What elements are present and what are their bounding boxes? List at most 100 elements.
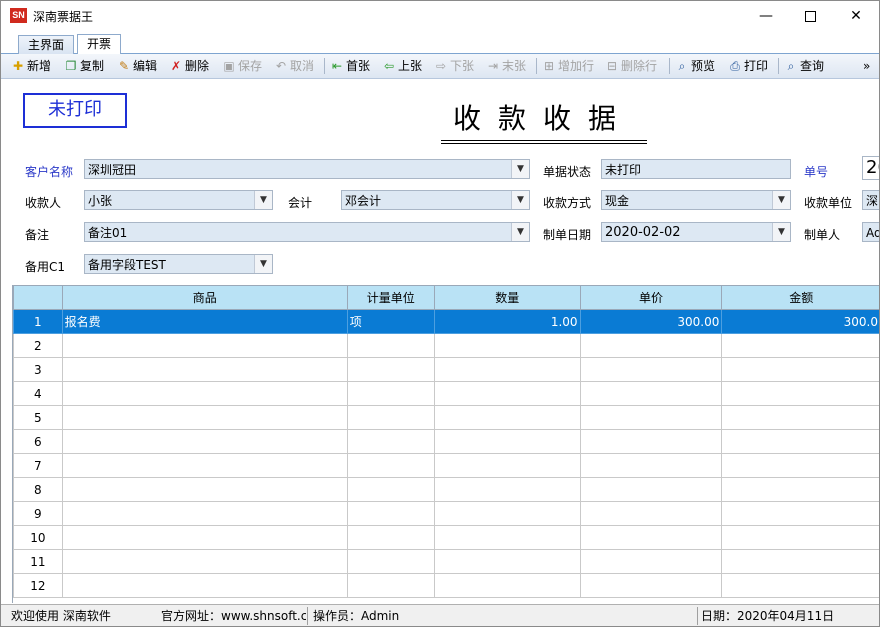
quantity-cell[interactable] — [433, 405, 581, 430]
copy-button[interactable]: ❐ 复制 — [64, 57, 104, 75]
amount-cell[interactable]: 300.0 — [721, 309, 879, 334]
product-cell[interactable] — [61, 381, 348, 406]
row-number[interactable]: 11 — [13, 549, 63, 574]
unit-cell[interactable] — [346, 549, 435, 574]
query-button[interactable]: ⌕ 查询 — [784, 57, 824, 75]
table-row[interactable]: 10 — [13, 525, 879, 550]
column-header-rownum[interactable] — [13, 285, 63, 310]
amount-cell[interactable] — [721, 477, 879, 502]
amount-cell[interactable] — [721, 405, 879, 430]
table-row[interactable]: 4 — [13, 381, 879, 406]
row-number[interactable]: 9 — [13, 501, 63, 526]
quantity-cell[interactable] — [433, 381, 581, 406]
unit-cell[interactable] — [346, 357, 435, 382]
quantity-cell[interactable] — [433, 477, 581, 502]
unit-cell[interactable] — [346, 501, 435, 526]
product-cell[interactable] — [61, 429, 348, 454]
table-row[interactable]: 11 — [13, 549, 879, 574]
add-row-button[interactable]: ⊞ 增加行 — [542, 57, 594, 75]
table-row[interactable]: 6 — [13, 429, 879, 454]
date-picker[interactable]: 2020-02-02 ▼ — [601, 222, 791, 242]
amount-cell[interactable] — [721, 453, 879, 478]
minimize-button[interactable]: — — [743, 1, 789, 31]
row-number[interactable]: 12 — [13, 573, 63, 598]
unit-cell[interactable] — [346, 405, 435, 430]
tab-main[interactable]: 主界面 — [18, 35, 75, 54]
row-number[interactable]: 7 — [13, 453, 63, 478]
column-header-amount[interactable]: 金额 — [721, 285, 879, 310]
pay-method-combobox[interactable]: 现金 ▼ — [601, 190, 791, 210]
table-row[interactable]: 3 — [13, 357, 879, 382]
price-cell[interactable] — [579, 333, 723, 358]
extra-field-combobox[interactable]: 备用字段TEST ▼ — [84, 254, 273, 274]
chevron-down-icon[interactable]: ▼ — [254, 255, 272, 273]
receiver-combobox[interactable]: 小张 ▼ — [84, 190, 273, 210]
amount-cell[interactable] — [721, 549, 879, 574]
quantity-cell[interactable] — [433, 501, 581, 526]
table-row[interactable]: 5 — [13, 405, 879, 430]
quantity-cell[interactable]: 1.00 — [433, 309, 581, 334]
price-cell[interactable] — [579, 357, 723, 382]
unit-cell[interactable] — [346, 525, 435, 550]
column-header-price[interactable]: 单价 — [579, 285, 723, 310]
price-cell[interactable] — [579, 429, 723, 454]
table-row[interactable]: 12 — [13, 573, 879, 598]
amount-cell[interactable] — [721, 333, 879, 358]
product-cell[interactable] — [61, 573, 348, 598]
unit-cell[interactable]: 项 — [346, 309, 435, 334]
tab-invoice[interactable]: 开票 — [77, 34, 122, 55]
price-cell[interactable] — [579, 381, 723, 406]
prev-button[interactable]: ⇦ 上张 — [382, 57, 422, 75]
row-number[interactable]: 1 — [13, 309, 63, 334]
chevron-down-icon[interactable]: ▼ — [772, 191, 790, 209]
row-number[interactable]: 3 — [13, 357, 63, 382]
row-number[interactable]: 5 — [13, 405, 63, 430]
amount-cell[interactable] — [721, 573, 879, 598]
chevron-down-icon[interactable]: ▼ — [511, 160, 529, 178]
unit-cell[interactable] — [346, 477, 435, 502]
price-cell[interactable] — [579, 573, 723, 598]
edit-button[interactable]: ✎ 编辑 — [117, 57, 157, 75]
unit-cell[interactable] — [346, 381, 435, 406]
table-row[interactable]: 2 — [13, 333, 879, 358]
unit-cell[interactable] — [346, 333, 435, 358]
product-cell[interactable] — [61, 357, 348, 382]
close-button[interactable]: ✕ — [833, 1, 879, 31]
chevron-down-icon[interactable]: ▼ — [511, 191, 529, 209]
amount-cell[interactable] — [721, 429, 879, 454]
row-number[interactable]: 8 — [13, 477, 63, 502]
quantity-cell[interactable] — [433, 549, 581, 574]
unit-cell[interactable] — [346, 429, 435, 454]
amount-cell[interactable] — [721, 357, 879, 382]
cancel-button[interactable]: ↶ 取消 — [274, 57, 314, 75]
print-button[interactable]: ⎙ 打印 — [728, 57, 768, 75]
save-button[interactable]: ▣ 保存 — [222, 57, 262, 75]
column-header-product[interactable]: 商品 — [61, 285, 348, 310]
payee-unit-field[interactable]: 深 — [862, 190, 879, 210]
delete-button[interactable]: ✗ 删除 — [169, 57, 209, 75]
product-cell[interactable]: 报名费 — [61, 309, 348, 334]
price-cell[interactable] — [579, 477, 723, 502]
price-cell[interactable] — [579, 453, 723, 478]
price-cell[interactable]: 300.00 — [579, 309, 723, 334]
price-cell[interactable] — [579, 405, 723, 430]
price-cell[interactable] — [579, 549, 723, 574]
quantity-cell[interactable] — [433, 333, 581, 358]
table-row[interactable]: 1 报名费 项 1.00 300.00 300.0 — [13, 309, 879, 334]
product-cell[interactable] — [61, 477, 348, 502]
price-cell[interactable] — [579, 501, 723, 526]
product-cell[interactable] — [61, 453, 348, 478]
row-number[interactable]: 4 — [13, 381, 63, 406]
table-row[interactable]: 8 — [13, 477, 879, 502]
next-button[interactable]: ⇨ 下张 — [434, 57, 474, 75]
product-cell[interactable] — [61, 549, 348, 574]
remark-combobox[interactable]: 备注01 ▼ — [84, 222, 530, 242]
quantity-cell[interactable] — [433, 453, 581, 478]
last-button[interactable]: ⇥ 末张 — [486, 57, 526, 75]
row-number[interactable]: 6 — [13, 429, 63, 454]
amount-cell[interactable] — [721, 381, 879, 406]
unit-cell[interactable] — [346, 453, 435, 478]
accountant-combobox[interactable]: 邓会计 ▼ — [341, 190, 530, 210]
preview-button[interactable]: ⌕ 预览 — [675, 57, 715, 75]
amount-cell[interactable] — [721, 501, 879, 526]
